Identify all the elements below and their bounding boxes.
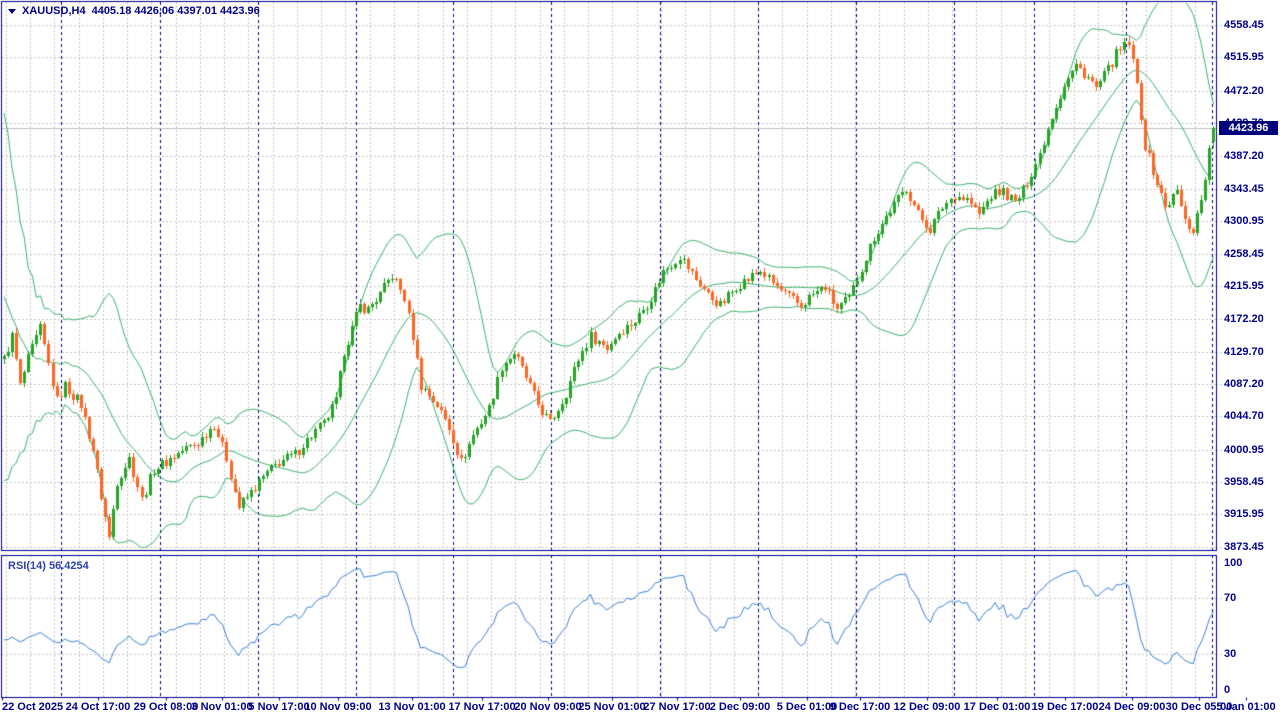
time-axis-label: 2 Dec 09:00 <box>710 701 771 713</box>
rsi-axis-label: 100 <box>1224 557 1242 569</box>
rsi-axis-label: 0 <box>1224 684 1230 696</box>
price-axis-label: 4044.70 <box>1224 410 1264 422</box>
price-axis-label: 4215.95 <box>1224 280 1264 292</box>
price-axis-label: 3873.45 <box>1224 541 1264 553</box>
time-axis-label: 20 Nov 09:00 <box>514 701 581 713</box>
time-axis-label: 27 Nov 17:00 <box>643 701 710 713</box>
time-axis-label: 24 Oct 17:00 <box>66 701 131 713</box>
time-axis-label: 10 Nov 09:00 <box>304 701 371 713</box>
time-axis-label: 19 Dec 17:00 <box>1032 701 1099 713</box>
time-axis-label: 5 Nov 17:00 <box>248 701 309 713</box>
price-axis-label: 4300.95 <box>1224 215 1264 227</box>
time-axis-label: 5 Dec 01:00 <box>777 701 838 713</box>
time-axis-label: 22 Oct 2025 <box>2 701 63 713</box>
ohlc-values: 4405.18 4426.06 4397.01 4423.96 <box>92 5 260 17</box>
time-axis-label: 24 Dec 09:00 <box>1099 701 1166 713</box>
time-axis-label: 5 Jan 01:00 <box>1216 701 1275 713</box>
price-axis-label: 4472.20 <box>1224 85 1264 97</box>
price-axis-label: 4387.20 <box>1224 150 1264 162</box>
time-axis-label: 25 Nov 01:00 <box>578 701 645 713</box>
current-price-badge: 4423.96 <box>1219 121 1278 135</box>
price-axis-label: 4000.95 <box>1224 444 1264 456</box>
time-axis-label: 3 Nov 01:00 <box>191 701 252 713</box>
price-axis-label: 4515.95 <box>1224 51 1264 63</box>
price-axis-label: 4087.20 <box>1224 378 1264 390</box>
rsi-axis-label: 30 <box>1224 648 1236 660</box>
price-axis-label: 4343.45 <box>1224 183 1264 195</box>
rsi-indicator-label: RSI(14) 56.4254 <box>8 560 89 572</box>
price-axis-label: 3915.95 <box>1224 508 1264 520</box>
price-axis-label: 4172.20 <box>1224 313 1264 325</box>
time-axis-label: 13 Nov 01:00 <box>378 701 445 713</box>
time-axis-label: 29 Oct 08:00 <box>134 701 199 713</box>
time-axis-label: 17 Nov 17:00 <box>448 701 515 713</box>
price-axis-label: 3958.45 <box>1224 476 1264 488</box>
time-axis-label: 12 Dec 09:00 <box>894 701 961 713</box>
chart-legend: XAUUSD,H4 4405.18 4426.06 4397.01 4423.9… <box>8 5 260 17</box>
symbol-dropdown-icon[interactable] <box>8 9 16 14</box>
price-axis-label: 4558.45 <box>1224 19 1264 31</box>
time-axis-label: 9 Dec 17:00 <box>830 701 891 713</box>
time-axis-label: 17 Dec 01:00 <box>964 701 1031 713</box>
price-axis-label: 4129.70 <box>1224 346 1264 358</box>
rsi-axis-label: 70 <box>1224 592 1236 604</box>
symbol-period-label: XAUUSD,H4 <box>22 5 86 17</box>
candlestick-chart-canvas[interactable] <box>0 0 1280 720</box>
trading-chart-window: XAUUSD,H4 4405.18 4426.06 4397.01 4423.9… <box>0 0 1280 720</box>
price-axis-label: 4258.45 <box>1224 248 1264 260</box>
